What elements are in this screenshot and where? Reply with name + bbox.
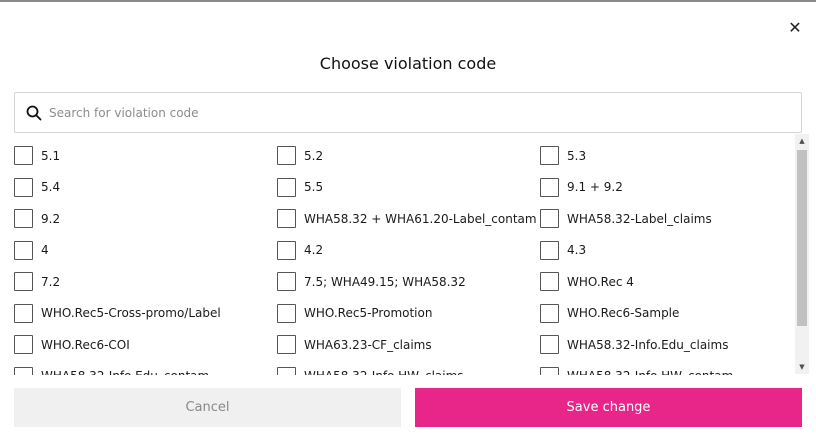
checkbox[interactable]	[540, 146, 559, 166]
violation-code-option[interactable]: 5.3	[540, 140, 794, 172]
violation-code-label: 4.3	[567, 243, 587, 258]
checkbox[interactable]	[277, 335, 296, 355]
violation-code-option[interactable]: 7.5; WHA49.15; WHA58.32	[277, 266, 540, 298]
top-border	[0, 0, 816, 2]
checkbox[interactable]	[540, 240, 559, 260]
violation-code-label: 9.1 + 9.2	[567, 180, 623, 195]
code-grid: 5.1 5.2 5.3 5.4 5.5 9.1 + 9.2 9.2 WHA58.32 + WH…	[14, 140, 794, 375]
violation-code-label: WHO.Rec5-Cross-promo/Label	[41, 306, 221, 321]
violation-code-label: 9.2	[41, 211, 61, 226]
checkbox[interactable]	[540, 366, 559, 375]
checkbox[interactable]	[14, 366, 33, 375]
violation-code-option[interactable]: WHA58.32-Info.HW_contam	[540, 361, 794, 375]
violation-code-option[interactable]: WHA58.32-Info.Edu_contam	[14, 361, 277, 375]
violation-code-label: WHA58.32-Label_claims	[567, 211, 712, 226]
violation-code-option[interactable]: 4.3	[540, 235, 794, 267]
violation-code-label: 5.5	[304, 180, 324, 195]
scroll-thumb[interactable]	[797, 150, 807, 326]
violation-code-label: 4.2	[304, 243, 324, 258]
checkbox[interactable]	[277, 146, 296, 166]
violation-code-option[interactable]: 5.1	[14, 140, 277, 172]
checkbox[interactable]	[277, 209, 296, 229]
violation-code-option[interactable]: 9.1 + 9.2	[540, 172, 794, 204]
scroll-up-arrow-icon[interactable]: ▲	[795, 134, 809, 148]
violation-code-option[interactable]: WHO.Rec5-Promotion	[277, 298, 540, 330]
violation-code-option[interactable]: 5.2	[277, 140, 540, 172]
close-icon[interactable]: ✕	[785, 18, 805, 38]
violation-code-option[interactable]: WHO.Rec 4	[540, 266, 794, 298]
checkbox[interactable]	[277, 272, 296, 292]
checkbox[interactable]	[277, 240, 296, 260]
violation-code-option[interactable]: WHA58.32-Info.HW_claims	[277, 361, 540, 375]
search-box[interactable]	[14, 92, 802, 133]
violation-code-option[interactable]: WHO.Rec5-Cross-promo/Label	[14, 298, 277, 330]
checkbox[interactable]	[14, 146, 33, 166]
checkbox[interactable]	[277, 366, 296, 375]
violation-code-list[interactable]: 5.1 5.2 5.3 5.4 5.5 9.1 + 9.2 9.2 WHA58.32 + WH…	[0, 134, 816, 375]
violation-code-option[interactable]: WHA58.32-Label_claims	[540, 203, 794, 235]
checkbox[interactable]	[540, 272, 559, 292]
scrollbar[interactable]: ▲ ▼	[795, 134, 809, 374]
dialog-title: Choose violation code	[319, 54, 497, 73]
scroll-down-arrow-icon[interactable]: ▼	[795, 360, 809, 374]
violation-code-label: WHO.Rec 4	[567, 274, 634, 289]
search-icon	[25, 104, 43, 122]
violation-code-label: 5.3	[567, 148, 587, 163]
save-change-button[interactable]: Save change	[415, 388, 802, 427]
violation-code-label: 5.4	[41, 180, 61, 195]
violation-code-option[interactable]: 5.4	[14, 172, 277, 204]
checkbox[interactable]	[14, 335, 33, 355]
violation-code-label: WHO.Rec6-Sample	[567, 306, 680, 321]
checkbox[interactable]	[14, 240, 33, 260]
violation-code-label: WHA58.32 + WHA61.20-Label_contam	[304, 211, 537, 226]
checkbox[interactable]	[277, 303, 296, 323]
checkbox[interactable]	[14, 303, 33, 323]
checkbox[interactable]	[277, 177, 296, 197]
violation-code-label: WHO.Rec6-COI	[41, 337, 130, 352]
checkbox[interactable]	[540, 303, 559, 323]
checkbox[interactable]	[540, 335, 559, 355]
violation-code-label: WHO.Rec5-Promotion	[304, 306, 433, 321]
violation-code-label: 5.1	[41, 148, 61, 163]
checkbox[interactable]	[14, 272, 33, 292]
violation-code-option[interactable]: WHA58.32 + WHA61.20-Label_contam	[277, 203, 540, 235]
violation-code-label: 7.2	[41, 274, 61, 289]
violation-code-option[interactable]: WHO.Rec6-COI	[14, 329, 277, 361]
violation-code-label: WHA58.32-Info.Edu_claims	[567, 337, 729, 352]
violation-code-option[interactable]: 9.2	[14, 203, 277, 235]
violation-code-option[interactable]: 4.2	[277, 235, 540, 267]
checkbox[interactable]	[540, 177, 559, 197]
violation-code-option[interactable]: 4	[14, 235, 277, 267]
checkbox[interactable]	[14, 209, 33, 229]
violation-code-option[interactable]: WHA58.32-Info.Edu_claims	[540, 329, 794, 361]
violation-code-option[interactable]: 7.2	[14, 266, 277, 298]
search-input[interactable]	[49, 94, 801, 131]
dialog-footer: Cancel Save change	[0, 375, 816, 441]
violation-code-label: 5.2	[304, 148, 324, 163]
violation-code-option[interactable]: WHA63.23-CF_claims	[277, 329, 540, 361]
violation-code-label: 7.5; WHA49.15; WHA58.32	[304, 274, 466, 289]
violation-code-option[interactable]: 5.5	[277, 172, 540, 204]
checkbox[interactable]	[540, 209, 559, 229]
violation-code-label: 4	[41, 243, 49, 258]
cancel-button[interactable]: Cancel	[14, 388, 401, 427]
violation-code-label: WHA63.23-CF_claims	[304, 337, 432, 352]
violation-code-option[interactable]: WHO.Rec6-Sample	[540, 298, 794, 330]
checkbox[interactable]	[14, 177, 33, 197]
